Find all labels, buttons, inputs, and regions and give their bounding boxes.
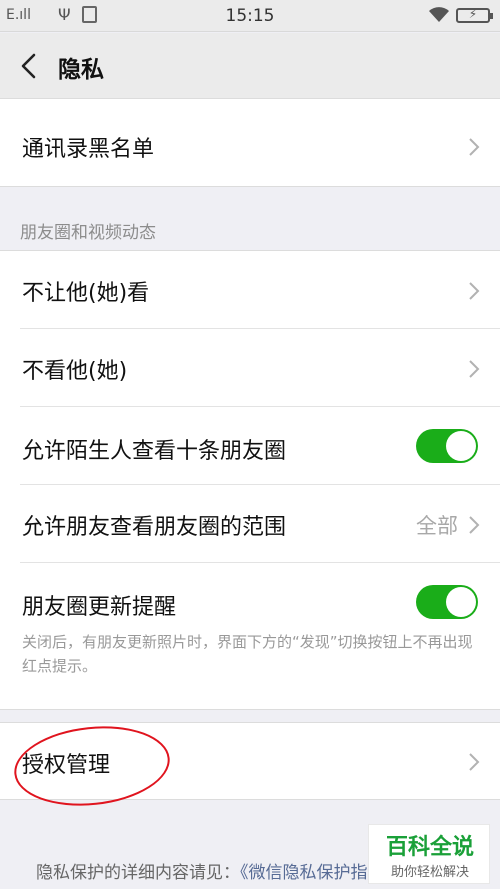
- moments-visible-range-cell[interactable]: 允许朋友查看朋友圈的范围 全部: [0, 485, 500, 563]
- blacklist-label: 通讯录黑名单: [22, 137, 155, 162]
- authorization-management-cell[interactable]: 授权管理: [0, 723, 500, 801]
- moments-update-reminder-toggle[interactable]: [416, 585, 478, 619]
- battery-charging-icon: ⚡: [456, 7, 493, 23]
- section-header: 朋友圈和视频动态: [20, 223, 156, 243]
- stranger-ten-posts-label: 允许陌生人查看十条朋友圈: [22, 439, 287, 464]
- moments-visible-range-value: 全部: [416, 514, 458, 538]
- stranger-ten-posts-toggle[interactable]: [416, 429, 478, 463]
- page-title: 隐私: [58, 57, 104, 83]
- hide-my-moments-label: 不让他(她)看: [22, 281, 150, 306]
- hide-their-moments-label: 不看他(她): [22, 359, 128, 384]
- hide-my-moments-cell[interactable]: 不让他(她)看: [0, 251, 500, 329]
- footer-text: 隐私保护的详细内容请见：: [36, 863, 240, 883]
- chevron-left-icon[interactable]: [16, 49, 46, 83]
- blacklist-cell[interactable]: 通讯录黑名单: [0, 99, 500, 187]
- wifi-icon: [429, 7, 449, 22]
- chevron-right-icon: [469, 516, 480, 534]
- moments-update-reminder-label: 朋友圈更新提醒: [22, 595, 177, 620]
- chevron-right-icon: [469, 753, 480, 771]
- stranger-ten-posts-cell[interactable]: 允许陌生人查看十条朋友圈: [0, 407, 500, 485]
- authorization-group: 授权管理: [0, 722, 500, 800]
- watermark-logo: 百科全说 助你轻松解决: [368, 824, 490, 884]
- toggle-knob: [446, 431, 476, 461]
- hide-their-moments-cell[interactable]: 不看他(她): [0, 329, 500, 407]
- status-time: 15:15: [225, 6, 275, 26]
- watermark-title: 百科全说: [385, 835, 474, 860]
- moments-visible-range-label: 允许朋友查看朋友圈的范围: [22, 515, 287, 540]
- chevron-right-icon: [469, 360, 480, 378]
- privacy-footer: 隐私保护的详细内容请见：《微信隐私保护指引》: [36, 858, 402, 883]
- watermark-subtitle: 助你轻松解决: [390, 865, 469, 880]
- toggle-knob: [446, 587, 476, 617]
- chevron-right-icon: [469, 282, 480, 300]
- reminder-hint-text: 关闭后，有朋友更新照片时，界面下方的“发现”切换按钮上不再出现红点提示。: [22, 633, 473, 675]
- navigation-bar: 隐私: [0, 33, 500, 99]
- status-bar: E.ıll Ψ 15:15 ⚡: [0, 0, 500, 32]
- authorization-management-label: 授权管理: [22, 753, 111, 778]
- blacklist-group: 通讯录黑名单: [0, 99, 500, 187]
- chevron-right-icon: [469, 138, 480, 156]
